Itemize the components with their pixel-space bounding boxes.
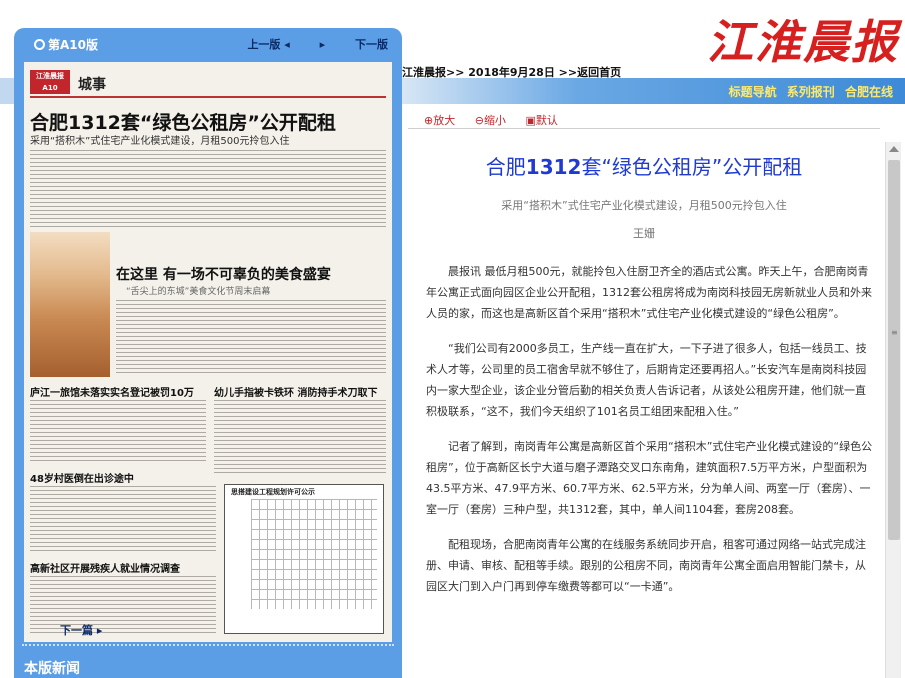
prev-edition-link[interactable]: 上一版 ◂ — [221, 38, 289, 51]
edition-header: 第A10版 上一版 ◂ ▸ 下一版 — [14, 28, 402, 58]
circle-icon — [34, 39, 45, 50]
prev-edition-label: 上一版 — [247, 38, 281, 51]
newspaper-food-subheadline: “舌尖上的东城”美食文化节周末启幕 — [126, 287, 271, 297]
article-title: 合肥1312套“绿色公租房”公开配租 — [408, 151, 880, 180]
article-paragraph: 晨报讯 最低月租500元，就能拎包入住厨卫齐全的酒店式公寓。昨天上午，合肥南岗青… — [426, 265, 872, 320]
edition-panel: 第A10版 上一版 ◂ ▸ 下一版 江淮晨报 A10 城事 合肥1312套“绿色… — [14, 28, 402, 678]
newspaper-headline[interactable]: 合肥1312套“绿色公租房”公开配租 — [30, 108, 336, 135]
article: 合肥1312套“绿色公租房”公开配租 采用“搭积木”式住宅产业化模式建设，月租5… — [408, 128, 880, 678]
newspaper-text-block — [30, 486, 216, 552]
nav-link-hefei-online[interactable]: 合肥在线 — [845, 85, 893, 99]
newspaper-food-headline[interactable]: 在这里 有一场不可辜负的美食盛宴 — [116, 264, 331, 284]
edition-number: 第A10版 — [48, 38, 98, 52]
newspaper-food-photo — [30, 232, 110, 377]
newspaper-text-block — [30, 400, 206, 464]
scroll-thumb[interactable] — [888, 160, 900, 540]
next-edition-label: 下一版 — [355, 38, 388, 51]
scroll-up-arrow-icon[interactable] — [889, 146, 899, 152]
article-title-number: 1312 — [525, 155, 582, 179]
newspaper-text-block — [214, 400, 386, 476]
nav-link-series[interactable]: 系列报刊 — [787, 85, 835, 99]
newspaper-headline-a[interactable]: 庐江一旅馆未落实实名登记被罚10万 — [30, 384, 194, 399]
article-subtitle: 采用“搭积木”式住宅产业化模式建设，月租500元拎包入住 — [501, 199, 787, 212]
default-size-label: 默认 — [535, 114, 558, 127]
nav-link-title-nav[interactable]: 标题导航 — [729, 85, 777, 99]
zoom-out-button[interactable]: ⊖缩小 — [475, 114, 514, 127]
newspaper-badge: 江淮晨报 A10 — [30, 70, 70, 94]
article-body: 晨报讯 最低月租500元，就能拎包入住厨卫齐全的酒店式公寓。昨天上午，合肥南岗青… — [426, 261, 876, 611]
next-article-label: 下一篇 — [60, 624, 93, 637]
site-logo[interactable]: 江淮晨报 — [707, 6, 899, 72]
newspaper-notice-box: 思搭建设工程规划许可公示 — [224, 484, 384, 634]
masthead: 江淮晨报 江淮晨报>> 2018年9月28日 >>返回首页 — [400, 0, 905, 80]
article-author: 王姗 — [633, 227, 655, 240]
newspaper-text-block — [116, 300, 386, 376]
newspaper-headline-b[interactable]: 幼儿手指被卡铁环 消防持手术刀取下 — [214, 384, 377, 399]
article-scrollbar[interactable]: ≡ — [885, 142, 901, 678]
scroll-grip-icon: ≡ — [891, 328, 898, 337]
edition-pager: 上一版 ◂ ▸ 下一版 — [195, 36, 388, 52]
newspaper-section: 城事 — [78, 77, 106, 93]
section-news-heading: 本版新闻 — [24, 661, 80, 677]
edition-label: 第A10版 — [34, 36, 98, 53]
zoom-in-label: 放大 — [433, 114, 456, 127]
zoom-in-button[interactable]: ⊕放大 — [424, 114, 463, 127]
newspaper-headline-d[interactable]: 高新社区开展残疾人就业情况调查 — [30, 560, 180, 575]
nav-links: 标题导航 系列报刊 合肥在线 — [723, 83, 893, 100]
font-size-tools: ⊕放大 ⊖缩小 ▣默认 — [424, 112, 574, 128]
newspaper-text-block — [30, 150, 386, 228]
notice-site-plan — [251, 499, 377, 609]
article-paragraph: “我们公司有2000多员工，生产线一直在扩大，一下子进了很多人，包括一线员工、技… — [426, 342, 867, 418]
article-title-suffix: 套“绿色公租房”公开配租 — [581, 155, 803, 179]
newspaper-headline-c[interactable]: 48岁村医倒在出诊途中 — [30, 470, 134, 485]
page: 标题导航 系列报刊 合肥在线 江淮晨报 江淮晨报>> 2018年9月28日 >>… — [0, 0, 905, 678]
newspaper-header: 江淮晨报 A10 城事 — [30, 70, 386, 98]
article-paragraph: 配租现场，合肥南岗青年公寓的在线服务系统同步开启，租客可通过网络一站式完成注册、… — [426, 538, 866, 593]
divider — [22, 644, 394, 646]
notice-title: 思搭建设工程规划许可公示 — [231, 488, 315, 496]
article-title-prefix: 合肥 — [485, 155, 526, 179]
next-article-link[interactable]: 下一篇 ▸ — [60, 622, 102, 638]
newspaper-subheadline: 采用“搭积木”式住宅产业化模式建设，月租500元拎包入住 — [30, 136, 290, 147]
newspaper-text-block — [30, 576, 216, 634]
newspaper-page-image[interactable]: 江淮晨报 A10 城事 合肥1312套“绿色公租房”公开配租 采用“搭积木”式住… — [24, 62, 392, 642]
breadcrumb[interactable]: 江淮晨报>> 2018年9月28日 >>返回首页 — [402, 64, 621, 80]
zoom-out-label: 缩小 — [483, 114, 506, 127]
next-edition-link[interactable]: ▸ 下一版 — [320, 38, 388, 51]
article-paragraph: 记者了解到，南岗青年公寓是高新区首个采用“搭积木”式住宅产业化模式建设的“绿色公… — [426, 440, 873, 516]
default-size-button[interactable]: ▣默认 — [525, 114, 565, 127]
